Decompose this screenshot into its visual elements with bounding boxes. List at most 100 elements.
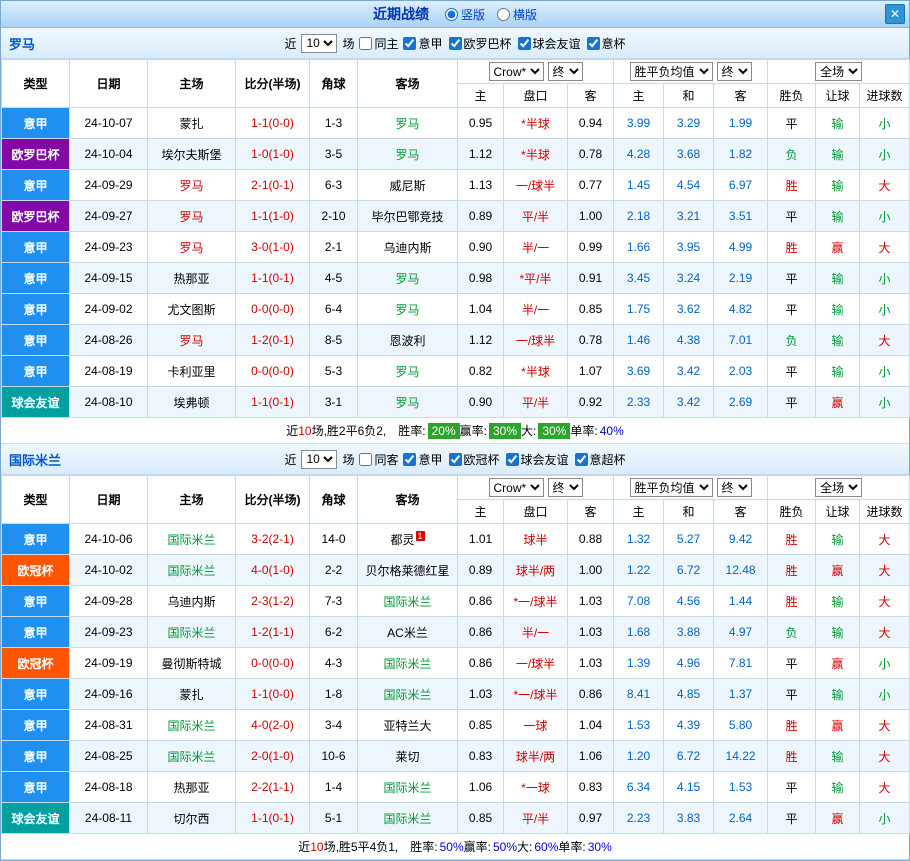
league-checkbox[interactable]	[506, 453, 519, 466]
away-team-cell[interactable]: 罗马	[358, 387, 458, 418]
league-filter[interactable]: 欧罗巴杯	[449, 35, 512, 52]
away-team-cell[interactable]: 毕尔巴鄂竞技	[358, 201, 458, 232]
odds-state-select[interactable]: 终	[548, 478, 583, 497]
away-team-cell[interactable]: 罗马	[358, 294, 458, 325]
same-venue-checkbox[interactable]	[359, 453, 372, 466]
match-row: 意甲 24-09-16 蒙扎 1-1(0-0) 1-8 国际米兰 1.03 *一…	[2, 679, 910, 710]
away-team-cell[interactable]: 国际米兰	[358, 679, 458, 710]
handicap-result-cell: 输	[816, 741, 860, 772]
league-checkbox[interactable]	[403, 37, 416, 50]
odds-company-select[interactable]: Crow*	[489, 478, 544, 497]
away-team-cell[interactable]: 罗马	[358, 263, 458, 294]
close-icon[interactable]: ✕	[885, 4, 905, 24]
match-row: 意甲 24-08-25 国际米兰 2-0(1-0) 10-6 莱切 0.83 球…	[2, 741, 910, 772]
league-filter[interactable]: 球会友谊	[518, 35, 581, 52]
rounds-select[interactable]: 10	[301, 450, 337, 469]
same-venue-checkbox[interactable]	[359, 37, 372, 50]
home-team-cell[interactable]: 罗马	[148, 170, 236, 201]
league-filter[interactable]: 意甲	[403, 451, 442, 468]
league-filter[interactable]: 意超杯	[575, 451, 626, 468]
league-checkbox[interactable]	[403, 453, 416, 466]
mean-home-cell: 3.69	[614, 356, 664, 387]
score-cell: 1-1(0-1)	[236, 803, 310, 834]
home-team-cell[interactable]: 罗马	[148, 232, 236, 263]
league-filter[interactable]: 意杯	[587, 35, 626, 52]
away-team-cell[interactable]: 罗马	[358, 108, 458, 139]
away-team-cell[interactable]: 国际米兰	[358, 772, 458, 803]
away-team-cell[interactable]: 国际米兰	[358, 803, 458, 834]
away-team-cell[interactable]: 亚特兰大	[358, 710, 458, 741]
handicap-cell: *一球	[504, 772, 568, 803]
away-team-cell[interactable]: 罗马	[358, 356, 458, 387]
league-checkbox[interactable]	[575, 453, 588, 466]
away-team-cell[interactable]: AC米兰	[358, 617, 458, 648]
away-team-cell[interactable]: 恩波利	[358, 325, 458, 356]
home-team-cell[interactable]: 热那亚	[148, 263, 236, 294]
home-team-cell[interactable]: 国际米兰	[148, 524, 236, 555]
home-team-cell[interactable]: 曼彻斯特城	[148, 648, 236, 679]
away-team-cell[interactable]: 贝尔格莱德红星	[358, 555, 458, 586]
league-filter[interactable]: 欧冠杯	[449, 451, 500, 468]
away-team-cell[interactable]: 国际米兰	[358, 648, 458, 679]
same-venue-filter[interactable]: 同主	[359, 35, 398, 52]
mean-select[interactable]: 胜平负均值	[630, 62, 713, 81]
home-team-cell[interactable]: 埃弗顿	[148, 387, 236, 418]
league-checkbox[interactable]	[587, 37, 600, 50]
team-name: 罗马	[9, 34, 35, 53]
goals-cell: 大	[860, 710, 910, 741]
col-score: 比分(半场)	[236, 476, 310, 524]
handicap-cell: 一/球半	[504, 648, 568, 679]
odds-group-header: Crow* 终	[458, 476, 614, 500]
mean-away-cell: 4.99	[714, 232, 768, 263]
away-team-name: 国际米兰	[383, 657, 431, 671]
team-section-roma: 罗马 近 10 场 同主 意甲 欧罗巴杯 球会友谊 意杯	[1, 28, 909, 444]
handicap-result-cell: 输	[816, 263, 860, 294]
subcol-odds-home: 主	[458, 84, 504, 108]
layout-vertical-option[interactable]: 竖版	[445, 6, 485, 23]
home-team-cell[interactable]: 埃尔夫斯堡	[148, 139, 236, 170]
vertical-radio[interactable]	[445, 8, 458, 21]
home-team-cell[interactable]: 国际米兰	[148, 617, 236, 648]
layout-horizontal-option[interactable]: 横版	[497, 6, 537, 23]
home-team-cell[interactable]: 罗马	[148, 201, 236, 232]
away-team-cell[interactable]: 罗马	[358, 139, 458, 170]
scope-select[interactable]: 全场	[815, 478, 862, 497]
match-date: 24-08-18	[70, 772, 148, 803]
horizontal-radio[interactable]	[497, 8, 510, 21]
league-filter[interactable]: 球会友谊	[506, 451, 569, 468]
mean-select[interactable]: 胜平负均值	[630, 478, 713, 497]
scope-select[interactable]: 全场	[815, 62, 862, 81]
home-team-cell[interactable]: 罗马	[148, 325, 236, 356]
home-team-cell[interactable]: 热那亚	[148, 772, 236, 803]
league-checkbox[interactable]	[449, 453, 462, 466]
league-checkbox[interactable]	[518, 37, 531, 50]
away-team-cell[interactable]: 国际米兰	[358, 586, 458, 617]
summary-stat-label: 单率:	[570, 422, 597, 439]
league-label: 意甲	[418, 35, 442, 52]
home-team-cell[interactable]: 切尔西	[148, 803, 236, 834]
league-filter[interactable]: 意甲	[403, 35, 442, 52]
handicap-cell: 平/半	[504, 387, 568, 418]
home-team-cell[interactable]: 尤文图斯	[148, 294, 236, 325]
rounds-select[interactable]: 10	[301, 34, 337, 53]
away-team-cell[interactable]: 莱切	[358, 741, 458, 772]
league-checkbox[interactable]	[449, 37, 462, 50]
mean-draw-cell: 4.38	[664, 325, 714, 356]
odds-state-select[interactable]: 终	[548, 62, 583, 81]
home-team-cell[interactable]: 蒙扎	[148, 679, 236, 710]
mean-state-select[interactable]: 终	[717, 62, 752, 81]
away-team-cell[interactable]: 乌迪内斯	[358, 232, 458, 263]
home-team-cell[interactable]: 国际米兰	[148, 555, 236, 586]
col-away: 客场	[358, 60, 458, 108]
mean-state-select[interactable]: 终	[717, 478, 752, 497]
same-venue-filter[interactable]: 同客	[359, 451, 398, 468]
home-team-cell[interactable]: 国际米兰	[148, 710, 236, 741]
away-team-cell[interactable]: 都灵1	[358, 524, 458, 555]
home-team-cell[interactable]: 卡利亚里	[148, 356, 236, 387]
away-team-cell[interactable]: 威尼斯	[358, 170, 458, 201]
home-team-cell[interactable]: 蒙扎	[148, 108, 236, 139]
home-team-cell[interactable]: 乌迪内斯	[148, 586, 236, 617]
home-team-cell[interactable]: 国际米兰	[148, 741, 236, 772]
odds-company-select[interactable]: Crow*	[489, 62, 544, 81]
summary-stat: 单率: 40%	[570, 422, 623, 439]
